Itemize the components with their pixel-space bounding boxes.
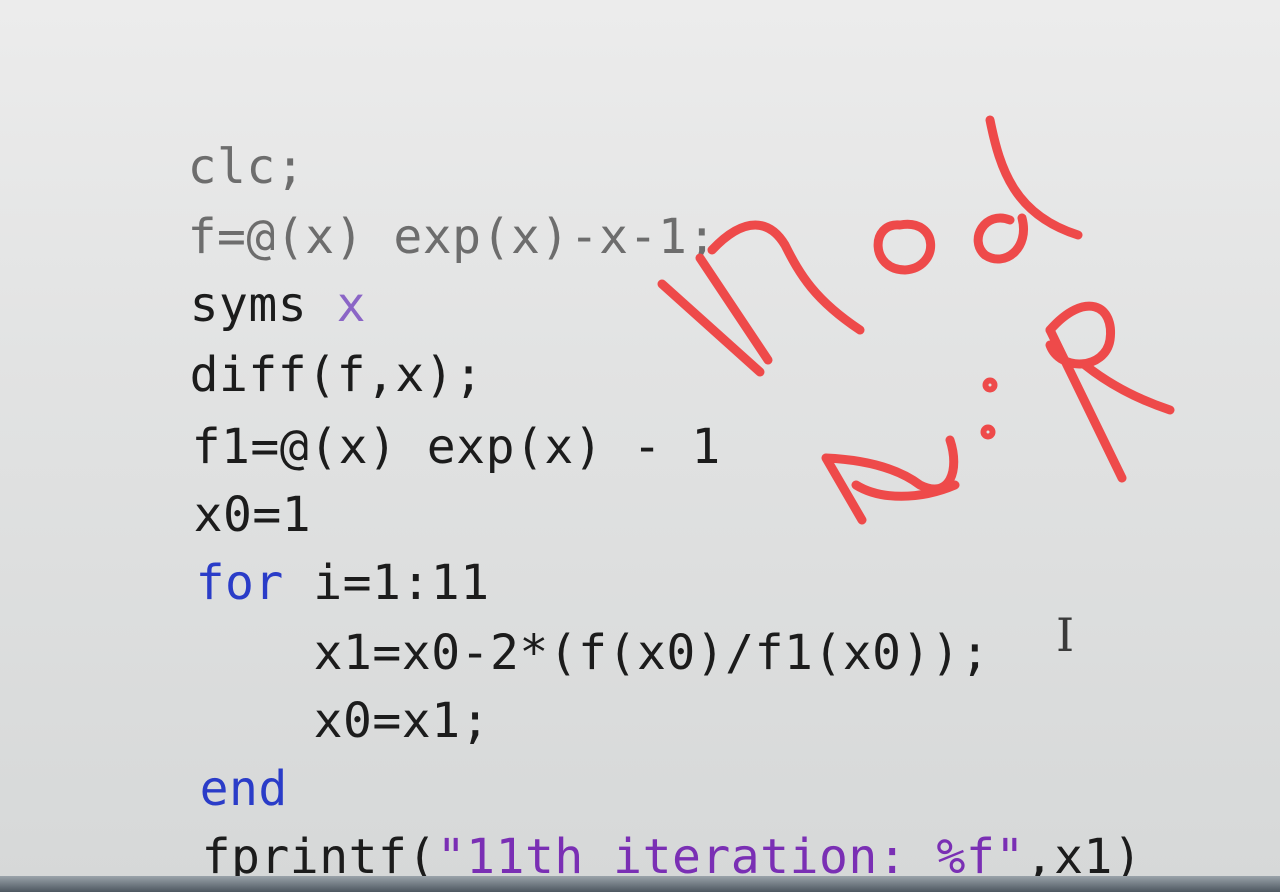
code-line-10[interactable]: end	[82, 684, 288, 817]
code-line-4[interactable]: diff(f,x);	[72, 270, 484, 403]
code-text: x0=x1;	[313, 693, 490, 749]
code-line-9[interactable]: x0=x1;	[196, 616, 490, 749]
code-line-8[interactable]: x1=x0-2*(f(x0)/f1(x0));	[196, 548, 990, 681]
code-line-1[interactable]: clc;	[70, 62, 305, 195]
text-cursor-icon: I	[1056, 608, 1075, 662]
code-line-6[interactable]: x0=1	[76, 410, 311, 543]
code-line-11[interactable]: fprintf("11th iteration: %f",x1)	[84, 752, 1142, 885]
code-line-5[interactable]: f1=@(x) exp(x) - 1	[74, 342, 721, 475]
screen-bezel	[0, 876, 1280, 892]
code-line-3[interactable]: syms x	[72, 200, 366, 333]
code-line-7[interactable]: for i=1:11	[78, 478, 490, 611]
code-editor[interactable]: clc; f=@(x) exp(x)-x-1; syms x diff(f,x)…	[0, 0, 1280, 892]
code-line-2[interactable]: f=@(x) exp(x)-x-1;	[70, 132, 717, 265]
